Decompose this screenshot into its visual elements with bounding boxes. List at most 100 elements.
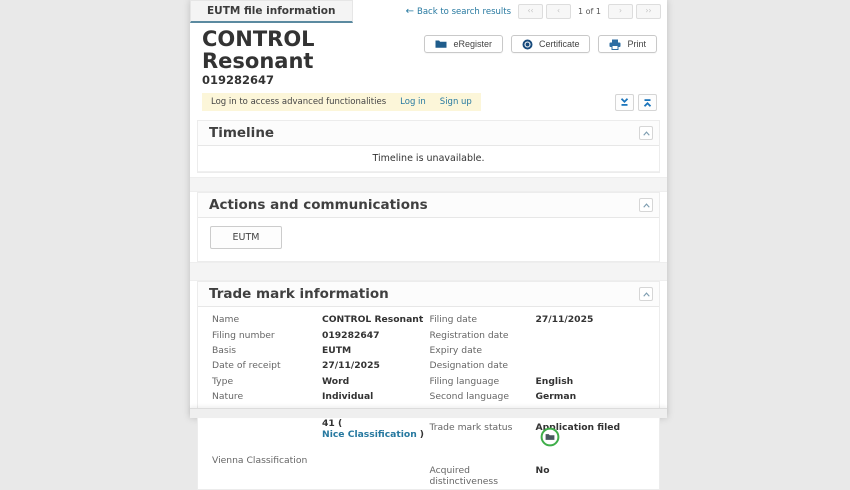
results-navigation: ← Back to search results ‹‹ ‹ 1 of 1 › ›…	[406, 4, 661, 19]
login-banner-message: Log in to access advanced functionalitie…	[211, 97, 386, 107]
first-result-button[interactable]: ‹‹	[518, 4, 543, 19]
info-row: Vienna Classification	[212, 453, 430, 468]
field-label: Name	[212, 314, 322, 325]
trademark-info-section: Trade mark information NameCONTROL Reson…	[197, 281, 660, 490]
certificate-icon	[522, 39, 533, 50]
field-label: Trade mark status	[430, 422, 536, 450]
actions-header: Actions and communications	[198, 193, 659, 218]
field-label: Second language	[430, 391, 536, 402]
sign-up-link[interactable]: Sign up	[440, 97, 472, 107]
timeline-collapse-button[interactable]	[639, 126, 653, 140]
login-banner: Log in to access advanced functionalitie…	[202, 93, 481, 111]
info-row: Filing date27/11/2025	[430, 312, 648, 327]
trademark-info-title: Trade mark information	[209, 286, 389, 302]
timeline-section: Timeline Timeline is unavailable.	[197, 120, 660, 173]
field-value: English	[536, 376, 648, 387]
info-row: NatureIndividual	[212, 389, 430, 404]
field-value: Individual	[322, 391, 430, 402]
eregister-button[interactable]: eRegister	[424, 35, 503, 53]
field-label: Date of receipt	[212, 360, 322, 371]
trademark-collapse-button[interactable]	[639, 287, 653, 301]
info-row: Second languageGerman	[430, 389, 648, 404]
log-in-link[interactable]: Log in	[400, 97, 426, 107]
trademark-info-header: Trade mark information	[198, 282, 659, 307]
info-row: BasisEUTM	[212, 343, 430, 358]
expand-all-button[interactable]	[615, 94, 634, 111]
chevron-up-icon	[643, 203, 650, 208]
back-to-search-results-link[interactable]: ← Back to search results	[406, 7, 511, 17]
last-result-button[interactable]: ››	[636, 4, 661, 19]
timeline-empty-message: Timeline is unavailable.	[198, 146, 659, 172]
field-label: Vienna Classification	[212, 455, 322, 466]
info-row: Acquired distinctivenessNo	[430, 463, 648, 489]
nice-classification-link[interactable]: Nice Classification	[322, 429, 417, 440]
field-value	[536, 330, 648, 341]
field-label: Basis	[212, 345, 322, 356]
field-value	[536, 360, 648, 371]
printer-icon	[609, 39, 621, 50]
certificate-button[interactable]: Certificate	[511, 35, 591, 53]
field-label: Nature	[212, 391, 322, 402]
field-value: Application filed	[536, 422, 648, 450]
folder-icon	[435, 39, 447, 49]
info-row: Designation date	[430, 358, 648, 373]
trademark-info-left-column: NameCONTROL ResonantFiling number0192826…	[212, 312, 430, 489]
trademark-info-right-column: Filing date27/11/2025Registration dateEx…	[430, 312, 648, 489]
field-label: Type	[212, 376, 322, 387]
field-value	[536, 345, 648, 356]
actions-title: Actions and communications	[209, 197, 428, 213]
trademark-info-body: NameCONTROL ResonantFiling number0192826…	[198, 307, 659, 489]
field-label: Acquired distinctiveness	[430, 465, 536, 487]
field-value: 019282647	[322, 330, 430, 341]
title-row: CONTROL Resonant 019282647 eRegister Cer…	[190, 23, 667, 87]
section-toggle-buttons	[615, 94, 657, 111]
toolbar: eRegister Certificate Print	[424, 35, 657, 87]
info-row: Registration date	[430, 327, 648, 342]
field-label: Registration date	[430, 330, 536, 341]
chevron-up-icon	[643, 131, 650, 136]
section-gap	[190, 262, 667, 281]
field-value: German	[536, 391, 648, 402]
trademark-status-icon	[540, 427, 560, 450]
actions-section: Actions and communications EUTM	[197, 192, 660, 262]
expand-all-icon	[620, 98, 629, 107]
field-value: Word	[322, 376, 430, 387]
field-value: 27/11/2025	[536, 314, 648, 325]
print-button[interactable]: Print	[598, 35, 657, 53]
info-row: Expiry date	[430, 343, 648, 358]
info-row: Filing number019282647	[212, 327, 430, 342]
timeline-header: Timeline	[198, 121, 659, 146]
info-row: TypeWord	[212, 374, 430, 389]
previous-result-button[interactable]: ‹	[546, 4, 571, 19]
actions-body: EUTM	[198, 218, 659, 261]
info-row: Filing languageEnglish	[430, 374, 648, 389]
timeline-title: Timeline	[209, 125, 274, 141]
field-value: EUTM	[322, 345, 430, 356]
field-value: 27/11/2025	[322, 360, 430, 371]
field-value	[322, 455, 430, 466]
trademark-name-title: CONTROL Resonant	[202, 28, 424, 72]
field-label: Filing number	[212, 330, 322, 341]
field-label: Designation date	[430, 360, 536, 371]
next-section-partial	[190, 408, 667, 418]
tab-eutm-file-information[interactable]: EUTM file information	[190, 0, 353, 23]
section-gap	[190, 177, 667, 192]
result-pager: ‹‹ ‹ 1 of 1 › ››	[518, 4, 661, 19]
actions-collapse-button[interactable]	[639, 198, 653, 212]
field-label: Expiry date	[430, 345, 536, 356]
collapse-all-button[interactable]	[638, 94, 657, 111]
field-label: Filing date	[430, 314, 536, 325]
actions-tab-eutm[interactable]: EUTM	[210, 226, 282, 249]
info-row: Trade mark statusApplication filed	[430, 420, 648, 452]
back-arrow-icon: ←	[406, 7, 414, 17]
eutm-file-panel: EUTM file information ← Back to search r…	[190, 0, 667, 418]
info-row: Date of receipt27/11/2025	[212, 358, 430, 373]
collapse-all-icon	[643, 98, 652, 107]
chevron-up-icon	[643, 292, 650, 297]
field-label: Filing language	[430, 376, 536, 387]
field-value: No	[536, 465, 648, 487]
application-number: 019282647	[202, 73, 424, 87]
next-result-button[interactable]: ›	[608, 4, 633, 19]
info-row: NameCONTROL Resonant	[212, 312, 430, 327]
pager-status: 1 of 1	[578, 7, 601, 16]
